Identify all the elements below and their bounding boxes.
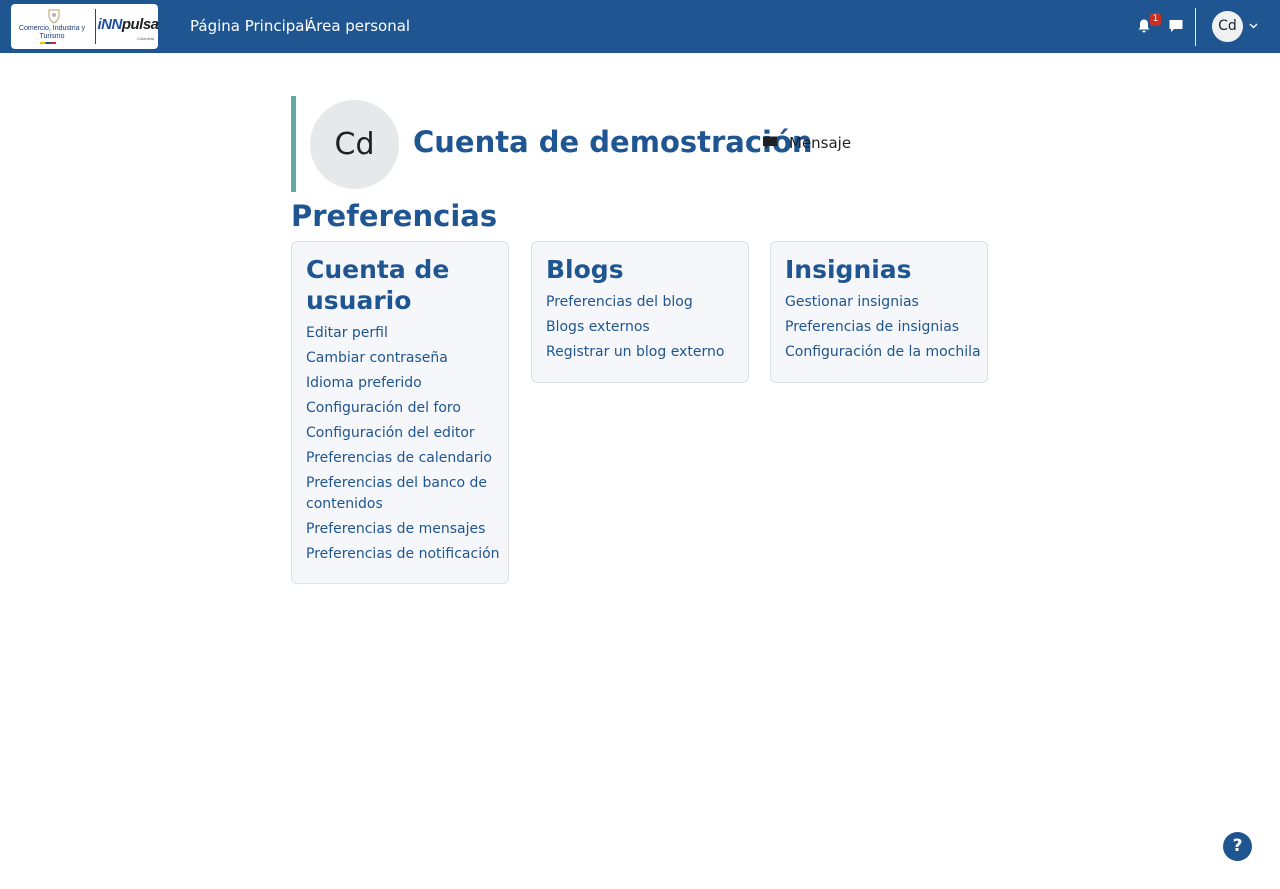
logo-inn: iNN: [97, 16, 122, 33]
link-calendar-preferences[interactable]: Preferencias de calendario: [306, 448, 502, 469]
card-user-account: Cuenta de usuario Editar perfil Cambiar …: [291, 241, 509, 584]
logo-pulsa: pulsa: [121, 16, 159, 33]
crest-icon: [48, 9, 60, 24]
link-manage-badges[interactable]: Gestionar insignias: [785, 292, 981, 313]
logo-right-text: iNNpulsa: [91, 16, 165, 33]
card-link-list: Editar perfil Cambiar contraseña Idioma …: [306, 323, 502, 569]
card-title: Blogs: [546, 255, 624, 284]
link-preferred-language[interactable]: Idioma preferido: [306, 373, 502, 394]
help-button[interactable]: ?: [1223, 832, 1252, 861]
user-avatar[interactable]: Cd: [1212, 11, 1243, 42]
link-badge-preferences[interactable]: Preferencias de insignias: [785, 317, 981, 338]
top-navbar: Comercio, Industria y Turismo iNNpulsa C…: [0, 0, 1280, 53]
logo-left-text: Comercio, Industria y Turismo: [18, 25, 86, 40]
flag-stripe: [40, 42, 56, 44]
navbar-divider: [1195, 8, 1196, 46]
nav-link-home[interactable]: Página Principal: [190, 15, 309, 37]
logo-right-sub: Colombia: [137, 36, 154, 41]
message-button-label: Mensaje: [789, 134, 852, 152]
link-external-blogs[interactable]: Blogs externos: [546, 317, 742, 338]
chevron-down-icon[interactable]: [1249, 23, 1258, 29]
link-change-password[interactable]: Cambiar contraseña: [306, 348, 502, 369]
profile-avatar: Cd: [310, 100, 399, 189]
link-message-preferences[interactable]: Preferencias de mensajes: [306, 519, 502, 540]
header-accent-bar: [291, 96, 296, 192]
link-forum-settings[interactable]: Configuración del foro: [306, 398, 502, 419]
comment-icon: [763, 136, 777, 149]
card-link-list: Gestionar insignias Preferencias de insi…: [785, 292, 981, 367]
link-backpack-settings[interactable]: Configuración de la mochila: [785, 342, 981, 363]
link-notification-preferences[interactable]: Preferencias de notificación: [306, 544, 502, 565]
page-title: Preferencias: [291, 199, 498, 233]
card-title: Insignias: [785, 255, 912, 284]
link-editor-settings[interactable]: Configuración del editor: [306, 423, 502, 444]
notification-badge: 1: [1150, 13, 1161, 26]
chat-icon[interactable]: [1168, 18, 1184, 34]
link-register-external-blog[interactable]: Registrar un blog externo: [546, 342, 742, 363]
link-blog-preferences[interactable]: Preferencias del blog: [546, 292, 742, 313]
card-link-list: Preferencias del blog Blogs externos Reg…: [546, 292, 742, 367]
card-badges: Insignias Gestionar insignias Preferenci…: [770, 241, 988, 383]
card-blogs: Blogs Preferencias del blog Blogs extern…: [531, 241, 749, 383]
profile-header: Cd Cuenta de demostración Mensaje: [291, 96, 891, 192]
nav-link-personal-area[interactable]: Área personal: [306, 15, 410, 37]
profile-name: Cuenta de demostración: [413, 125, 813, 159]
card-title: Cuenta de usuario: [306, 255, 450, 315]
link-content-bank-preferences[interactable]: Preferencias del banco de contenidos: [306, 473, 502, 515]
site-logo[interactable]: Comercio, Industria y Turismo iNNpulsa C…: [11, 4, 159, 49]
link-edit-profile[interactable]: Editar perfil: [306, 323, 502, 344]
